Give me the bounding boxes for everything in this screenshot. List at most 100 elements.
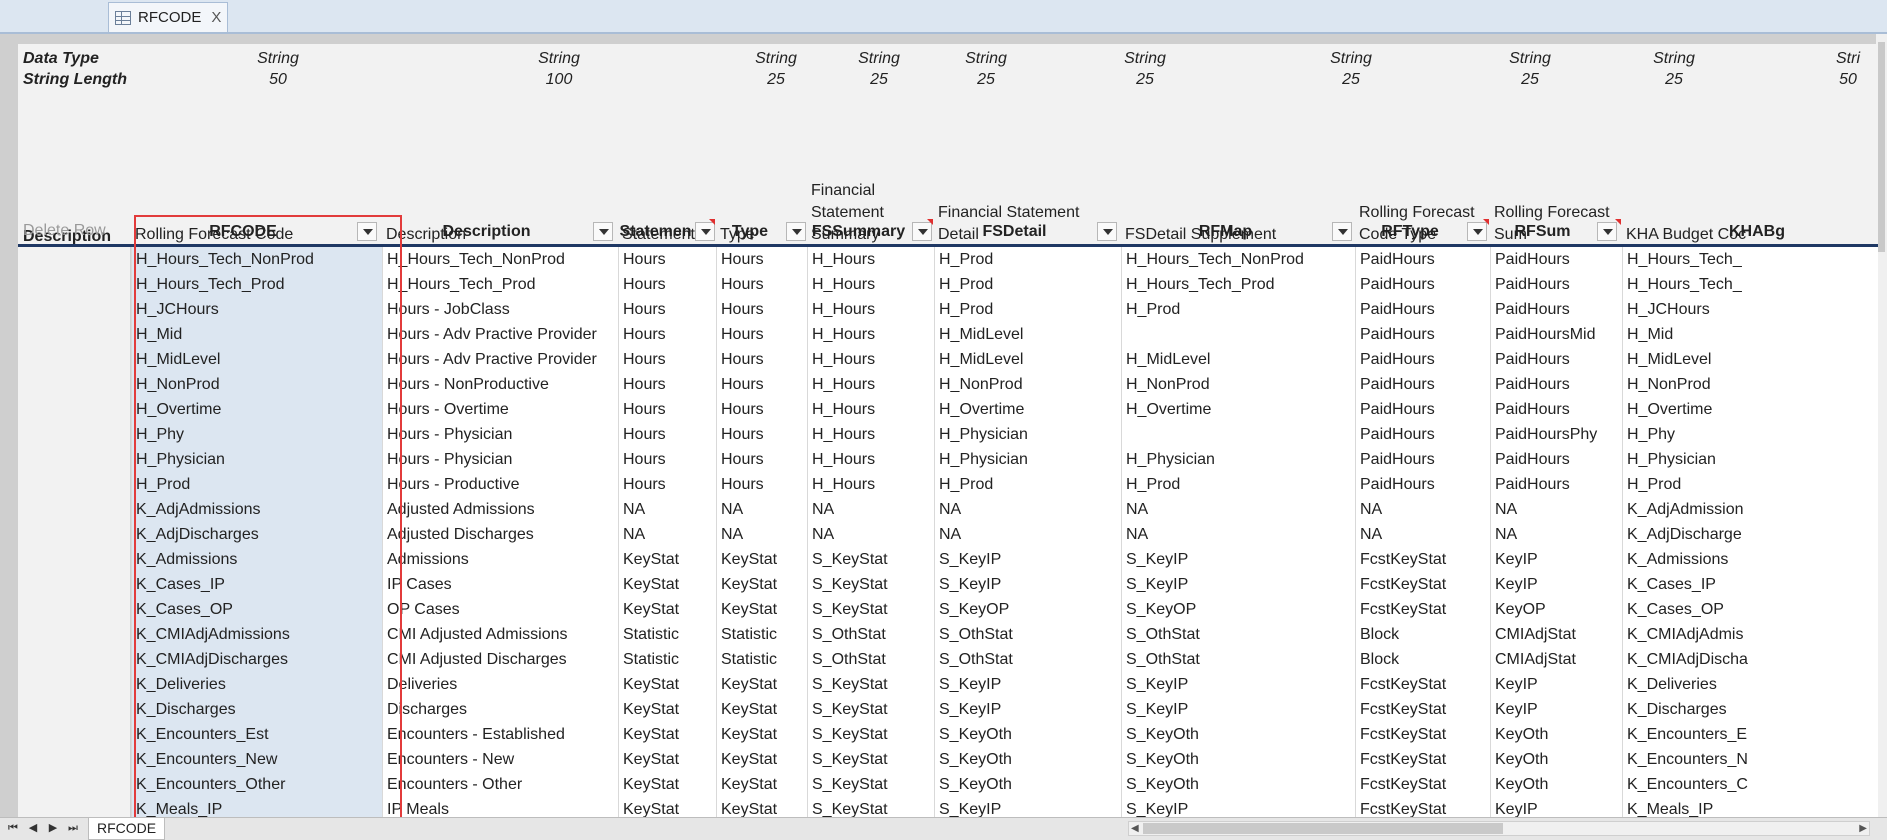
vertical-scroll-thumb[interactable] [1878,42,1885,252]
table-cell[interactable]: Hours - Adv Practive Provider [382,347,618,372]
table-cell[interactable]: S_OthStat [807,647,934,672]
row-header[interactable] [18,597,131,622]
table-cell[interactable]: H_Prod [1622,472,1878,497]
table-cell[interactable]: H_Hours_Tech_ [1622,272,1878,297]
table-cell[interactable]: H_MidLevel [131,347,382,372]
table-cell[interactable]: KeyOth [1490,747,1622,772]
table-cell[interactable]: K_Discharges [131,697,382,722]
filter-dropdown-icon[interactable] [1597,222,1617,241]
table-cell[interactable]: PaidHours [1490,372,1622,397]
table-cell[interactable]: PaidHours [1490,447,1622,472]
table-cell[interactable]: H_Physician [1121,447,1355,472]
table-cell[interactable]: K_AdjDischarges [131,522,382,547]
table-cell[interactable]: KeyIP [1490,572,1622,597]
table-cell[interactable]: Hours [716,447,807,472]
table-cell[interactable]: H_Hours [807,247,934,272]
table-cell[interactable]: Hours [716,322,807,347]
table-cell[interactable]: H_Physician [934,422,1121,447]
table-cell[interactable]: H_Physician [1622,447,1878,472]
table-cell[interactable]: K_AdjAdmission [1622,497,1878,522]
table-cell[interactable]: Block [1355,622,1490,647]
row-header[interactable] [18,297,131,322]
table-cell[interactable]: H_Prod [1121,472,1355,497]
table-cell[interactable]: KeyIP [1490,797,1622,818]
table-cell[interactable]: Encounters - New [382,747,618,772]
table-cell[interactable]: KeyStat [618,572,716,597]
table-cell[interactable]: Hours [618,472,716,497]
column-header-statemen[interactable]: Statemen [618,219,693,244]
table-cell[interactable]: K_Meals_IP [1622,797,1878,818]
table-cell[interactable]: H_Prod [934,247,1121,272]
filter-dropdown-icon[interactable] [1332,222,1352,241]
table-cell[interactable]: Hours [618,447,716,472]
filter-dropdown-icon[interactable] [357,222,377,241]
table-cell[interactable]: FcstKeyStat [1355,722,1490,747]
table-cell[interactable]: PaidHours [1490,297,1622,322]
table-cell[interactable]: H_Overtime [934,397,1121,422]
table-cell[interactable]: H_Hours_Tech_Prod [1121,272,1355,297]
table-cell[interactable]: S_KeyIP [934,797,1121,818]
table-cell[interactable]: S_KeyOth [934,772,1121,797]
table-cell[interactable]: PaidHours [1490,247,1622,272]
table-cell[interactable]: S_KeyStat [807,747,934,772]
row-header[interactable] [18,572,131,597]
table-cell[interactable]: Encounters - Other [382,772,618,797]
table-cell[interactable]: K_Meals_IP [131,797,382,818]
table-cell[interactable]: S_KeyIP [1121,572,1355,597]
row-header[interactable] [18,247,131,272]
table-cell[interactable]: H_Prod [934,297,1121,322]
table-cell[interactable]: PaidHours [1355,247,1490,272]
table-cell[interactable]: PaidHoursMid [1490,322,1622,347]
table-cell[interactable]: KeyStat [716,697,807,722]
table-cell[interactable]: S_KeyStat [807,547,934,572]
table-cell[interactable]: PaidHours [1490,472,1622,497]
table-cell[interactable]: KeyStat [618,672,716,697]
table-cell[interactable]: S_KeyOP [934,597,1121,622]
table-cell[interactable]: H_MidLevel [1121,347,1355,372]
prev-sheet-icon[interactable]: ◀ [26,821,40,835]
table-cell[interactable]: CMI Adjusted Admissions [382,622,618,647]
table-cell[interactable]: Hours [618,322,716,347]
table-cell[interactable]: S_KeyStat [807,797,934,818]
next-sheet-icon[interactable]: ▶ [46,821,60,835]
table-cell[interactable]: S_KeyIP [934,697,1121,722]
table-cell[interactable]: FcstKeyStat [1355,747,1490,772]
table-cell[interactable]: H_Physician [934,447,1121,472]
table-cell[interactable]: H_NonProd [934,372,1121,397]
table-cell[interactable]: H_Prod [934,272,1121,297]
table-cell[interactable]: H_MidLevel [934,347,1121,372]
table-cell[interactable]: Hours - Physician [382,422,618,447]
table-cell[interactable]: H_Overtime [131,397,382,422]
table-cell[interactable]: CMIAdjStat [1490,647,1622,672]
table-cell[interactable]: S_KeyIP [934,547,1121,572]
table-cell[interactable]: PaidHours [1355,297,1490,322]
table-cell[interactable]: K_CMIAdjDischarges [131,647,382,672]
horizontal-scrollbar[interactable]: ◀ ▶ [1128,821,1870,836]
row-header[interactable] [18,797,131,818]
table-cell[interactable]: H_Physician [131,447,382,472]
table-cell[interactable]: S_KeyStat [807,722,934,747]
table-cell[interactable]: S_OthStat [1121,647,1355,672]
table-cell[interactable]: NA [618,522,716,547]
table-cell[interactable]: K_Cases_IP [131,572,382,597]
table-cell[interactable]: KeyIP [1490,697,1622,722]
table-cell[interactable]: Hours - JobClass [382,297,618,322]
row-header[interactable] [18,422,131,447]
table-cell[interactable]: H_Hours [807,347,934,372]
scroll-right-icon[interactable]: ▶ [1859,822,1867,835]
row-header[interactable] [18,322,131,347]
table-cell[interactable]: FcstKeyStat [1355,547,1490,572]
table-cell[interactable]: KeyStat [618,597,716,622]
table-cell[interactable]: K_CMIAdjAdmis [1622,622,1878,647]
row-header[interactable] [18,622,131,647]
table-cell[interactable]: H_JCHours [1622,297,1878,322]
table-cell[interactable]: PaidHours [1490,397,1622,422]
table-cell[interactable]: Hours - Adv Practive Provider [382,322,618,347]
row-header[interactable] [18,347,131,372]
row-header[interactable] [18,747,131,772]
table-cell[interactable]: KeyStat [618,747,716,772]
table-cell[interactable]: K_Cases_OP [1622,597,1878,622]
table-cell[interactable]: Hours - NonProductive [382,372,618,397]
table-cell[interactable]: H_Overtime [1622,397,1878,422]
table-cell[interactable]: PaidHours [1490,347,1622,372]
